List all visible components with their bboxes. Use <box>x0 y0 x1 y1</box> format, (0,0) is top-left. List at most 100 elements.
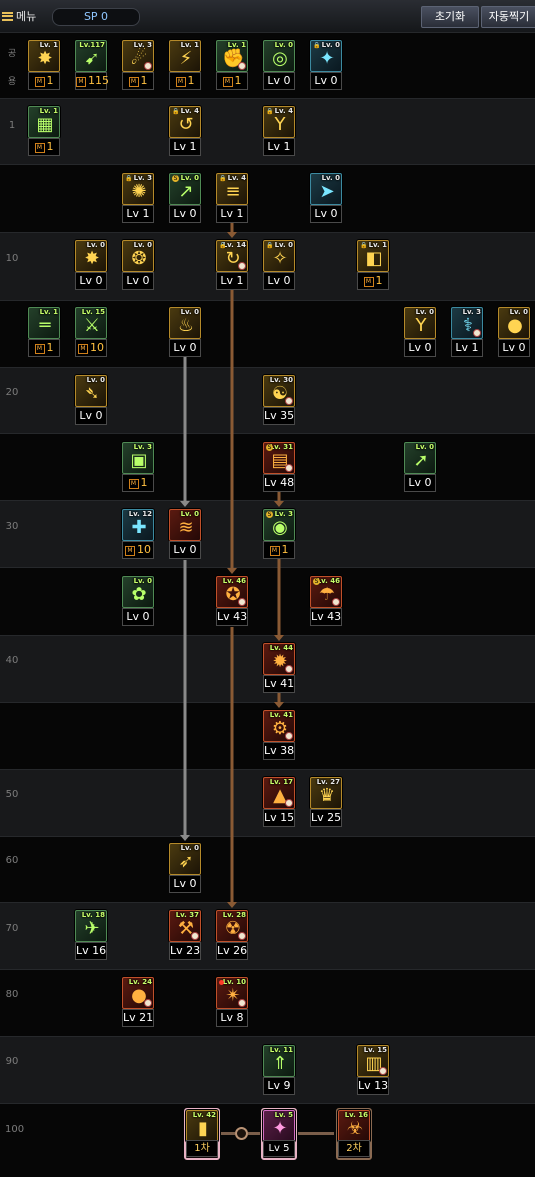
skill-slot[interactable]: ✚ Lv. 12 M 10 <box>122 509 154 559</box>
skill-level: Lv 9 <box>263 1077 295 1095</box>
skill-slot[interactable]: ⚡ Lv. 1M1 <box>169 40 201 90</box>
skill-glyph: ➤ <box>319 181 335 202</box>
lock-icon: 🔒 <box>219 242 227 249</box>
skill-glyph: ⚔ <box>83 315 101 336</box>
skill-slot[interactable]: ✧ Lv. 0 🔒 Lv 0 <box>263 240 295 290</box>
skill-glyph: ✈ <box>84 918 100 939</box>
skill-icon: ✸ Lv. 1 <box>28 40 60 72</box>
master-icon: M <box>76 77 86 87</box>
skill-slot[interactable]: ⚔ Lv. 15 M 10 <box>75 307 107 357</box>
skill-icon: ⇑ Lv. 11 <box>263 1045 295 1077</box>
lock-icon: 🔒 <box>125 175 133 182</box>
tier-icon: ☣ Lv. 16 <box>338 1110 370 1142</box>
skill-level: Lv 21 <box>122 1009 154 1027</box>
required-level-tag: Lv. 0 <box>180 308 199 316</box>
skill-slot[interactable]: ◉ Lv. 3SM1 <box>263 509 295 559</box>
skill-slot[interactable]: ✦ Lv. 0 🔒 Lv 0 <box>310 40 342 90</box>
skill-glyph: Y <box>415 315 427 336</box>
skill-slot[interactable]: ✺ Lv. 3 🔒 Lv 1 <box>122 173 154 223</box>
skill-slot[interactable]: ☢ Lv. 28 Lv 26 <box>216 910 248 960</box>
skill-icon: ≡ Lv. 4 🔒 <box>216 173 248 205</box>
cooldown-clock-icon <box>144 62 152 70</box>
skill-slot[interactable]: ♨ Lv. 0 Lv 0 <box>169 307 201 357</box>
skill-slot[interactable]: ▣ Lv. 3M1 <box>122 442 154 492</box>
skill-glyph: ✧ <box>272 248 288 269</box>
required-level-tag: Lv. 3 <box>133 443 152 451</box>
skill-slot[interactable]: ✴ Lv. 10 Lv 8 <box>216 977 248 1027</box>
skill-level: Lv 0 <box>169 205 201 223</box>
skill-slot[interactable]: ☄ Lv. 3M1 <box>122 40 154 90</box>
menu-button[interactable]: 메뉴 <box>2 7 36 25</box>
skill-slot[interactable]: ═ Lv. 1M1 <box>28 307 60 357</box>
skill-slot[interactable]: ➶ Lv. 0 Lv 0 <box>169 843 201 893</box>
skill-level: Lv 16 <box>75 942 107 960</box>
skill-slot[interactable]: ➴ Lv. 0 Lv 0 <box>75 375 107 425</box>
skill-slot[interactable]: ▲ Lv. 17 Lv 15 <box>263 777 295 827</box>
awakening-tier-slot[interactable]: ▮ Lv. 42 1차 <box>184 1108 220 1160</box>
skill-slot[interactable]: ➚ Lv. 0 Lv 0 <box>404 442 436 492</box>
skill-slot[interactable]: ✸ Lv. 0 Lv 0 <box>75 240 107 290</box>
skill-glyph: ✚ <box>131 517 147 538</box>
skill-level-value: 10 <box>90 341 104 354</box>
skill-level: M1 <box>122 474 154 492</box>
skill-glyph: ▦ <box>36 114 54 135</box>
tier-label: 1차 <box>186 1140 218 1157</box>
skill-slot[interactable]: ⚙ Lv. 41 Lv 38 <box>263 710 295 760</box>
skill-slot[interactable]: ➤ Lv. 0 Lv 0 <box>310 173 342 223</box>
skill-slot[interactable]: ▦ Lv. 1M1 <box>28 106 60 156</box>
master-icon: M <box>125 546 135 556</box>
skill-slot[interactable]: Y Lv. 0 Lv 0 <box>404 307 436 357</box>
tier-glyph: ✦ <box>272 1118 288 1139</box>
special-badge-icon: S <box>313 578 320 585</box>
skill-slot[interactable]: ➹ Lv.117 M 115 <box>75 40 109 90</box>
skill-level-value: 10 <box>137 543 151 556</box>
tier-icon: ▮ Lv. 42 <box>186 1110 218 1142</box>
skill-row <box>0 567 535 636</box>
auto-assign-button[interactable]: 자동찍기 <box>481 6 535 28</box>
required-level-tag: Lv. 24 <box>128 978 152 986</box>
skill-level: M 10 <box>75 339 107 357</box>
awakening-tier-slot[interactable]: ☣ Lv. 16 2차 <box>336 1108 372 1160</box>
tier-link <box>248 1132 260 1135</box>
skill-slot[interactable]: ● Lv. 24 Lv 21 <box>122 977 154 1027</box>
skill-slot[interactable]: ❂ Lv. 0 Lv 0 <box>122 240 154 290</box>
skill-slot[interactable]: ✿ Lv. 0 Lv 0 <box>122 576 154 626</box>
alert-dot-icon <box>219 980 224 985</box>
skill-level: Lv 1 <box>122 205 154 223</box>
skill-slot[interactable]: ◎ Lv. 0 Lv 0 <box>263 40 295 90</box>
skill-glyph: ✺ <box>131 181 147 202</box>
skill-slot[interactable]: ● Lv. 0 Lv 0 <box>498 307 530 357</box>
skill-icon: ♨ Lv. 0 <box>169 307 201 339</box>
skill-slot[interactable]: ↗ Lv. 0 S Lv 0 <box>169 173 201 223</box>
skill-slot[interactable]: ≡ Lv. 4 🔒 Lv 1 <box>216 173 248 223</box>
skill-level: Lv 0 <box>263 272 295 290</box>
skill-slot[interactable]: ↻ Lv. 14 🔒 Lv 1 <box>216 240 248 290</box>
skill-slot[interactable]: ⚕ Lv. 3 Lv 1 <box>451 307 483 357</box>
skill-slot[interactable]: ↺ Lv. 4 🔒 Lv 1 <box>169 106 201 156</box>
required-level-tag: Lv. 1 <box>39 41 58 49</box>
skill-slot[interactable]: ▥ Lv. 15 Lv 13 <box>357 1045 389 1095</box>
skill-slot[interactable]: ▤ Lv. 31 S Lv 48 <box>263 442 295 492</box>
skill-slot[interactable]: Y Lv. 4 🔒 Lv 1 <box>263 106 295 156</box>
required-level-tag: Lv. 3 <box>462 308 481 316</box>
skill-slot[interactable]: ✈ Lv. 18 Lv 16 <box>75 910 107 960</box>
skill-slot[interactable]: ☂ Lv. 46 S Lv 43 <box>310 576 342 626</box>
skill-slot[interactable]: ☯ Lv. 30 Lv 35 <box>263 375 295 425</box>
skill-slot[interactable]: ⇑ Lv. 11 Lv 9 <box>263 1045 295 1095</box>
required-level-tag: Lv. 0 <box>509 308 528 316</box>
skill-slot[interactable]: ◧ Lv. 1 🔒 M 1 <box>357 240 389 290</box>
skill-slot[interactable]: ✊ Lv. 1M1 <box>216 40 248 90</box>
tier-link <box>221 1132 235 1135</box>
skill-slot[interactable]: ♛ Lv. 27 Lv 25 <box>310 777 342 827</box>
skill-slot[interactable]: ≋ Lv. 0 Lv 0 <box>169 509 201 559</box>
skill-slot[interactable]: ⚒ Lv. 37 Lv 23 <box>169 910 201 960</box>
skill-icon: ↺ Lv. 4 🔒 <box>169 106 201 138</box>
awakening-tier-slot[interactable]: ✦ Lv. 5 Lv 5 <box>261 1108 297 1160</box>
skill-slot[interactable]: ✹ Lv. 44 Lv 41 <box>263 643 295 693</box>
skill-icon: ✦ Lv. 0 🔒 <box>310 40 342 72</box>
skill-slot[interactable]: ✪ Lv. 46 Lv 43 <box>216 576 248 626</box>
reset-button[interactable]: 초기화 <box>421 6 479 28</box>
skill-level: Lv 15 <box>263 809 295 827</box>
skill-slot[interactable]: ✸ Lv. 1M1 <box>28 40 60 90</box>
clock-icon <box>235 1127 248 1140</box>
